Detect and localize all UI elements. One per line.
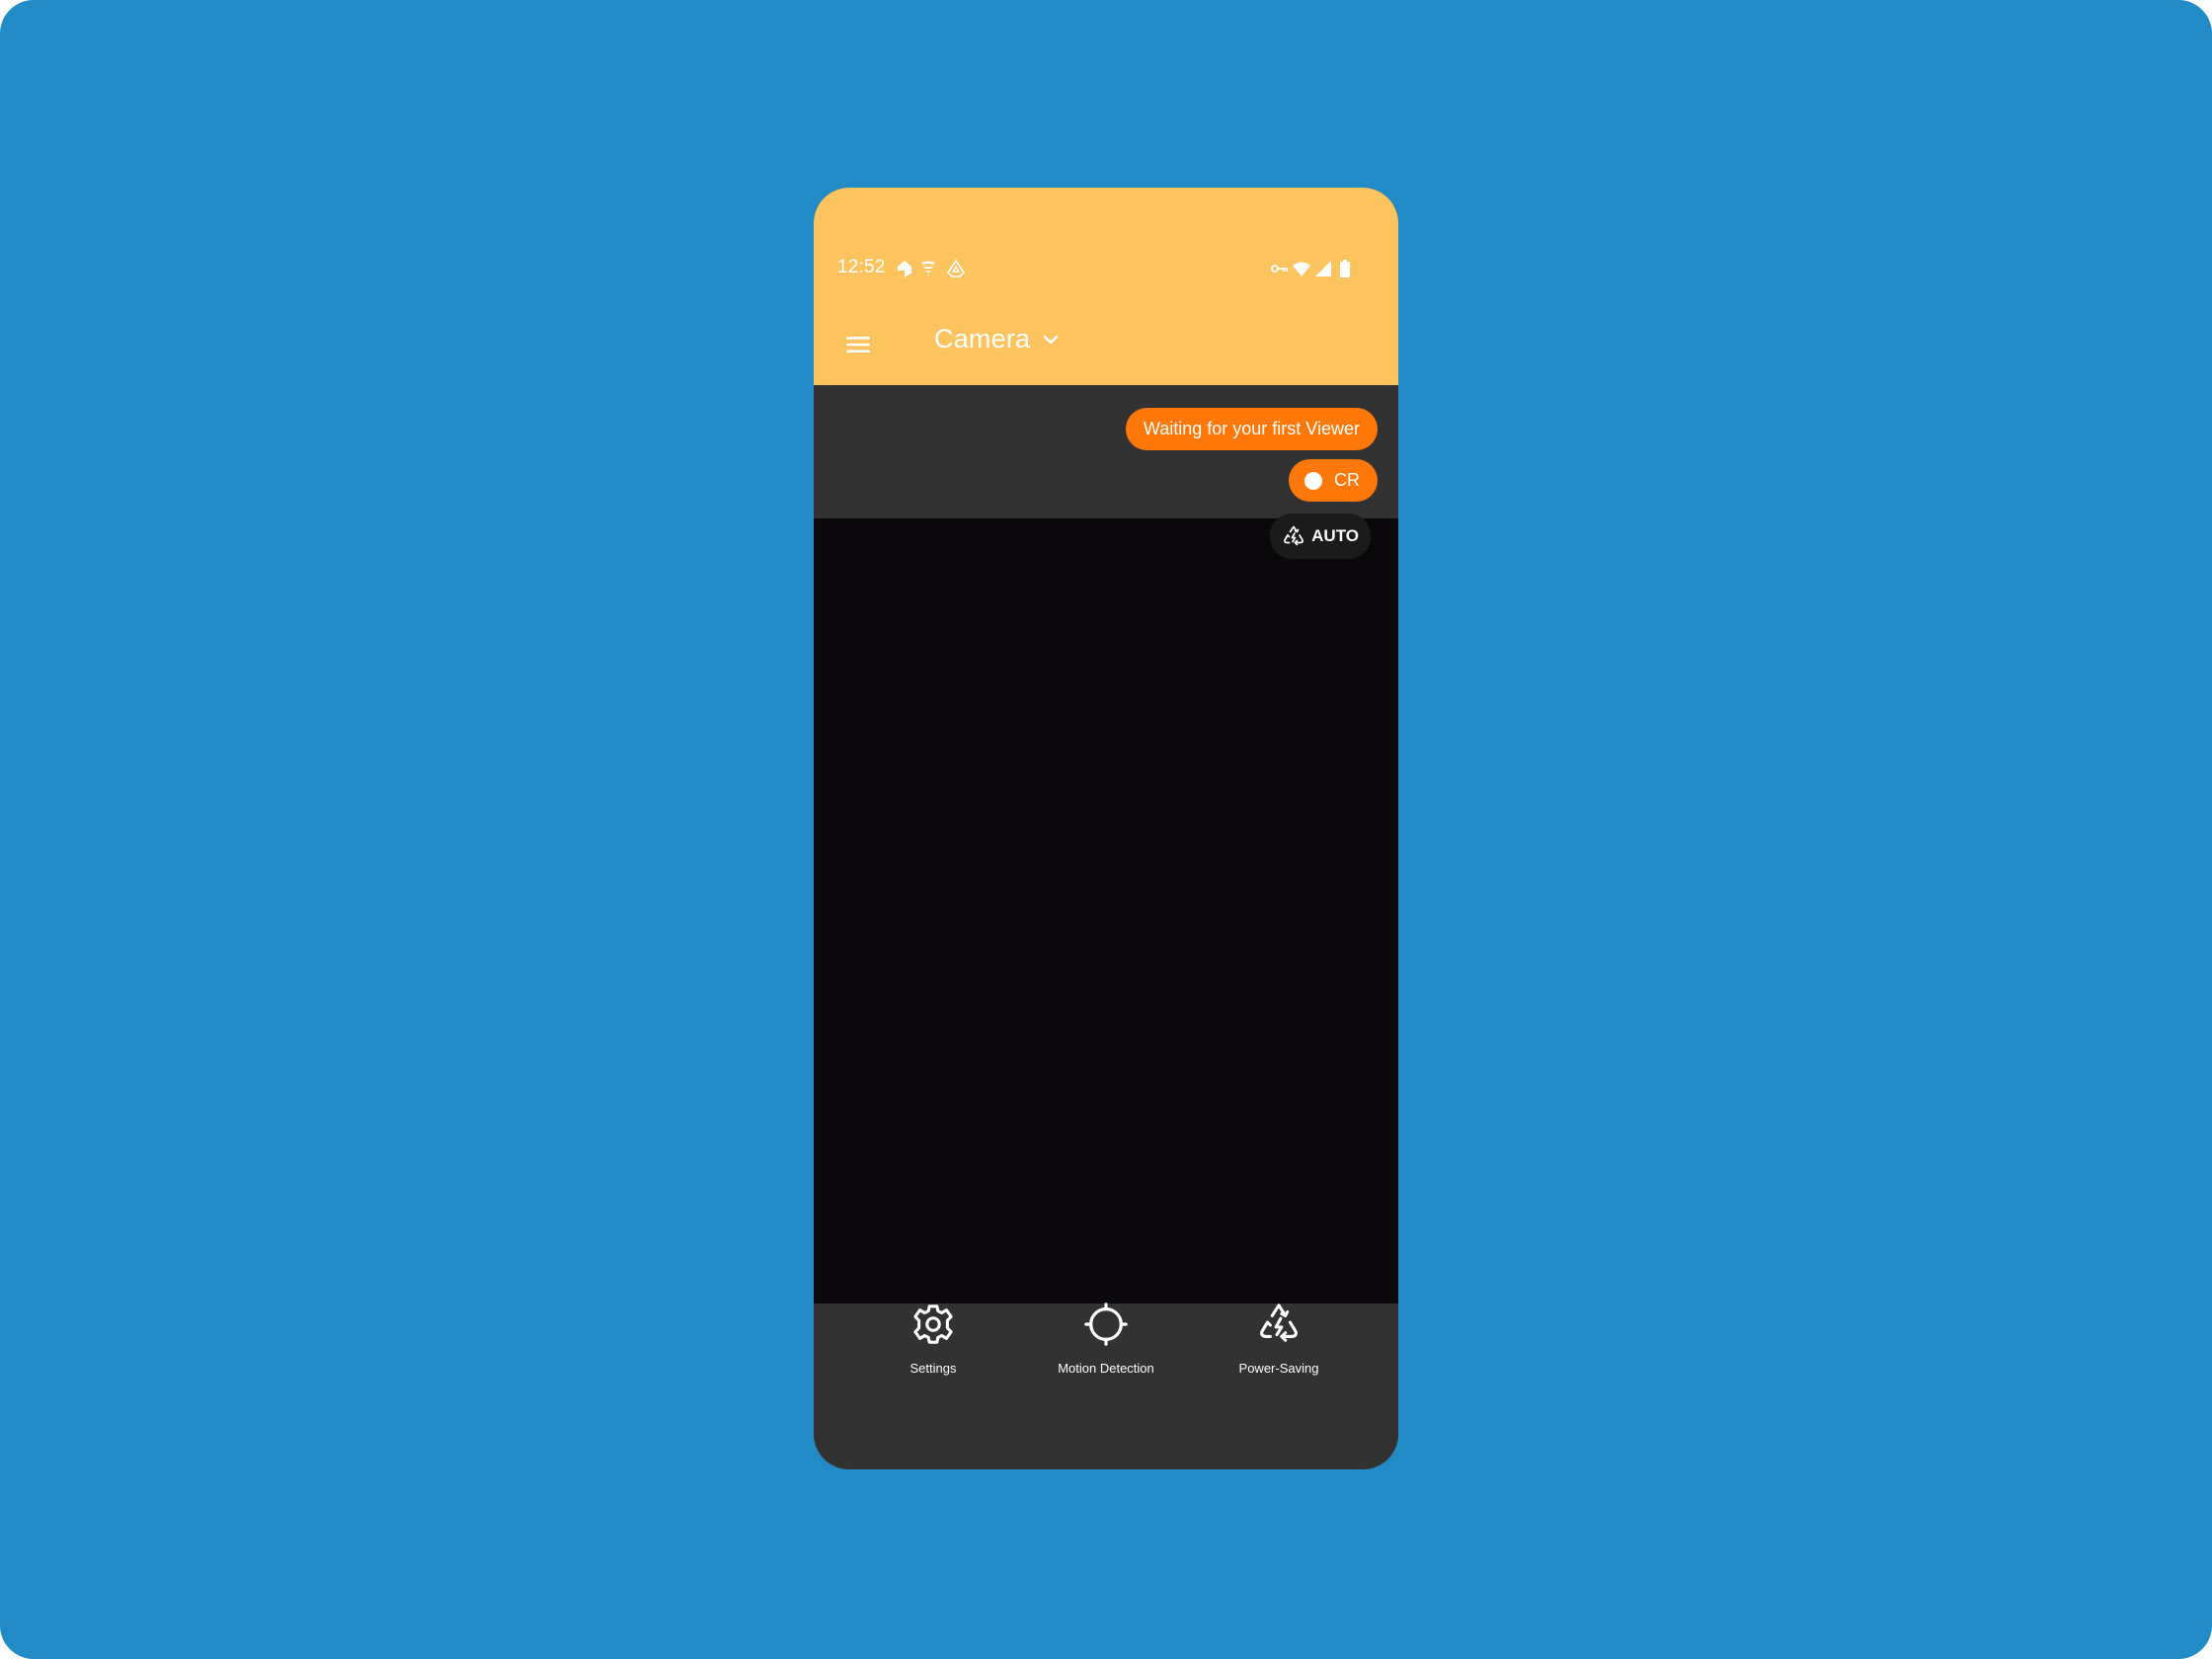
wifi-icon — [1293, 262, 1310, 276]
menu-button[interactable] — [843, 330, 873, 359]
crosshair-icon — [1084, 1303, 1128, 1346]
nav-power-saving-button[interactable]: Power-Saving — [1192, 1304, 1366, 1392]
triangle-badge-icon — [946, 259, 966, 277]
chevron-down-icon — [1044, 335, 1059, 344]
power-saving-icon — [1284, 525, 1304, 546]
record-dot-icon — [1304, 471, 1322, 490]
nav-settings-label: Settings — [909, 1361, 957, 1376]
nav-motion-detection-button[interactable]: Motion Detection — [1019, 1303, 1193, 1392]
vpn-key-icon — [1271, 265, 1288, 273]
gear-icon — [913, 1304, 953, 1344]
power-saving-mode-badge[interactable]: AUTO — [1270, 514, 1371, 559]
auto-label: AUTO — [1311, 526, 1359, 545]
phone-screen: 12:52 Camera Waiting for your first View… — [814, 188, 1398, 1469]
bottom-navigation: Settings Motion Detection Power-Saving — [814, 1303, 1398, 1469]
battery-icon — [1340, 260, 1350, 277]
cr-toggle-button[interactable]: CR — [1289, 459, 1378, 502]
hamburger-menu-icon — [846, 337, 870, 353]
home-play-icon — [898, 261, 911, 277]
viewer-status-text: Waiting for your first Viewer — [1143, 419, 1360, 438]
power-saving-icon — [1260, 1304, 1298, 1342]
toolbar: Camera — [814, 306, 1398, 385]
page-title: Camera — [934, 324, 1031, 354]
nav-motion-detection-label: Motion Detection — [1058, 1361, 1154, 1376]
cr-label: CR — [1334, 470, 1360, 490]
nav-power-saving-label: Power-Saving — [1238, 1361, 1319, 1376]
status-time: 12:52 — [837, 257, 886, 277]
cellular-signal-icon — [1315, 261, 1331, 276]
background-stage: 12:52 Camera Waiting for your first View… — [0, 0, 2212, 1659]
viewer-status-badge: Waiting for your first Viewer — [1125, 408, 1378, 450]
camera-selector-dropdown[interactable]: Camera — [934, 324, 1060, 355]
tornado-icon — [921, 261, 935, 276]
status-bar: 12:52 — [814, 251, 1398, 286]
camera-preview[interactable] — [814, 518, 1398, 1304]
nav-settings-button[interactable]: Settings — [846, 1304, 1020, 1392]
app-header: 12:52 Camera — [814, 188, 1398, 385]
